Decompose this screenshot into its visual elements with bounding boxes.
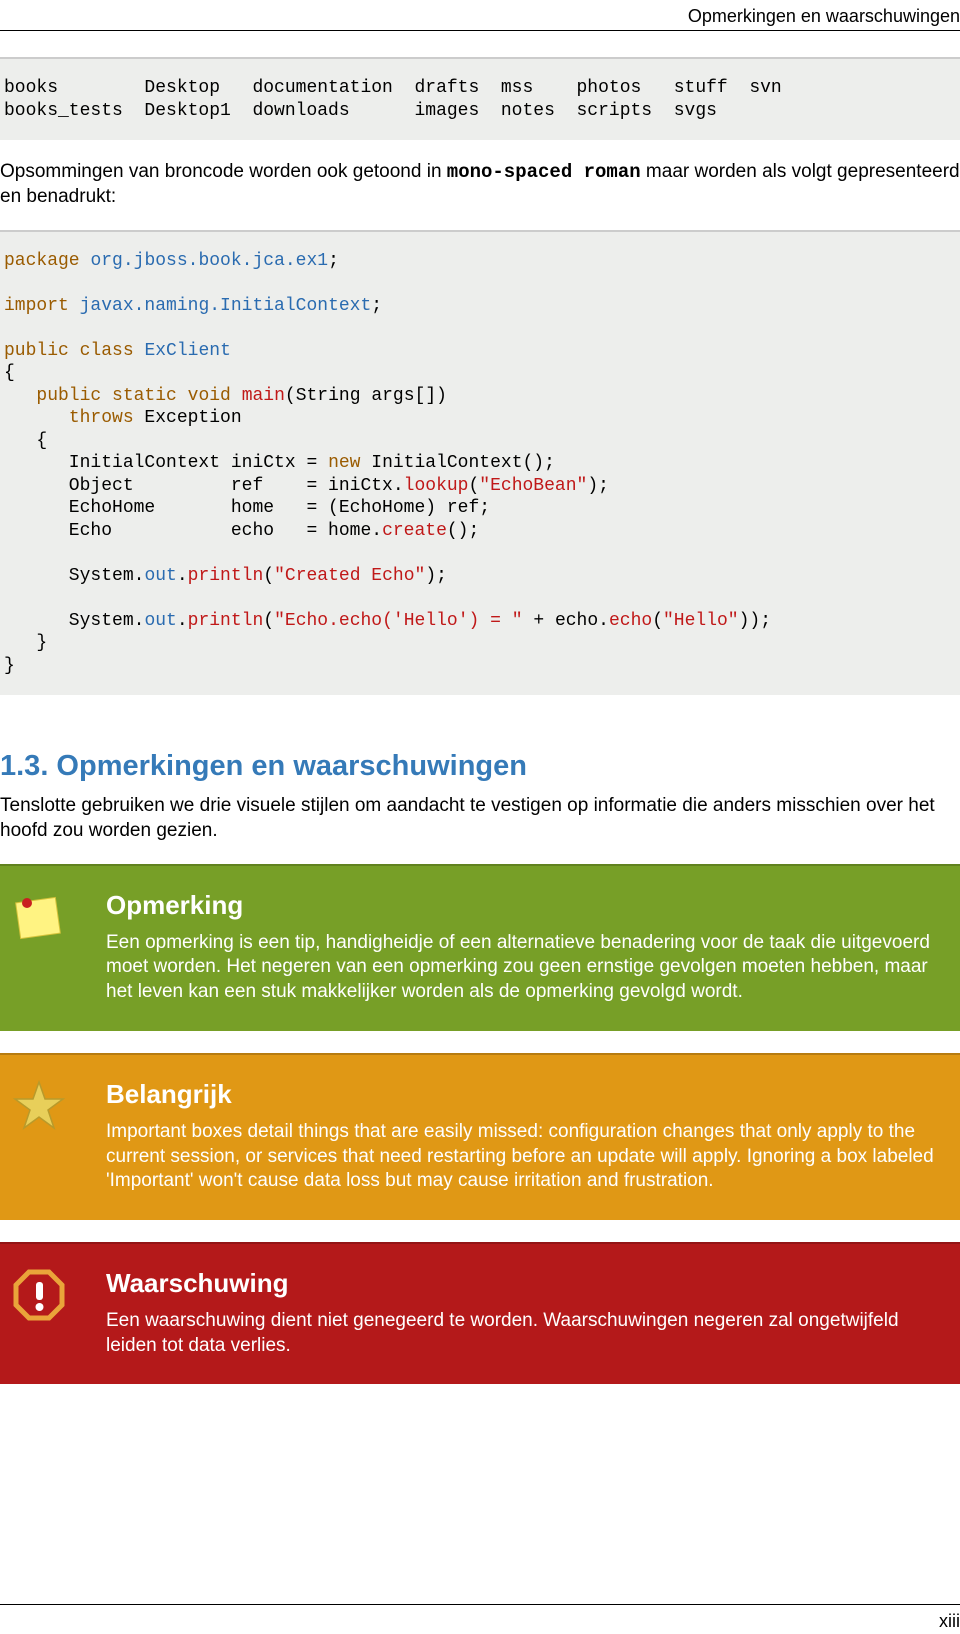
warning-admonition: Waarschuwing Een waarschuwing dient niet… — [0, 1242, 960, 1384]
warning-title: Waarschuwing — [106, 1266, 934, 1301]
note-icon — [12, 890, 66, 944]
intro-paragraph: Opsommingen van broncode worden ook geto… — [0, 160, 960, 209]
section-heading: 1.3. Opmerkingen en waarschuwingen — [0, 747, 960, 786]
important-icon — [12, 1079, 66, 1133]
note-body: Een opmerking is een tip, handigheidje o… — [106, 931, 934, 1005]
note-admonition: Opmerking Een opmerking is een tip, hand… — [0, 864, 960, 1031]
warning-icon — [12, 1268, 66, 1322]
note-title: Opmerking — [106, 888, 934, 923]
running-header: Opmerkingen en waarschuwingen — [0, 0, 960, 31]
running-title: Opmerkingen en waarschuwingen — [688, 6, 960, 26]
mono-spaced-label: mono-spaced roman — [447, 161, 641, 183]
directory-listing-code: books Desktop documentation drafts mss p… — [0, 57, 960, 140]
section-body: Tenslotte gebruiken we drie visuele stij… — [0, 794, 960, 843]
java-source-code: package org.jboss.book.jca.ex1; import j… — [0, 230, 960, 696]
important-body: Important boxes detail things that are e… — [106, 1120, 934, 1194]
page-number: xiii — [939, 1611, 960, 1631]
warning-body: Een waarschuwing dient niet genegeerd te… — [106, 1309, 934, 1358]
important-admonition: Belangrijk Important boxes detail things… — [0, 1053, 960, 1220]
important-title: Belangrijk — [106, 1077, 934, 1112]
intro-pre: Opsommingen van broncode worden ook geto… — [0, 161, 447, 182]
page-footer: xiii — [0, 1604, 960, 1633]
